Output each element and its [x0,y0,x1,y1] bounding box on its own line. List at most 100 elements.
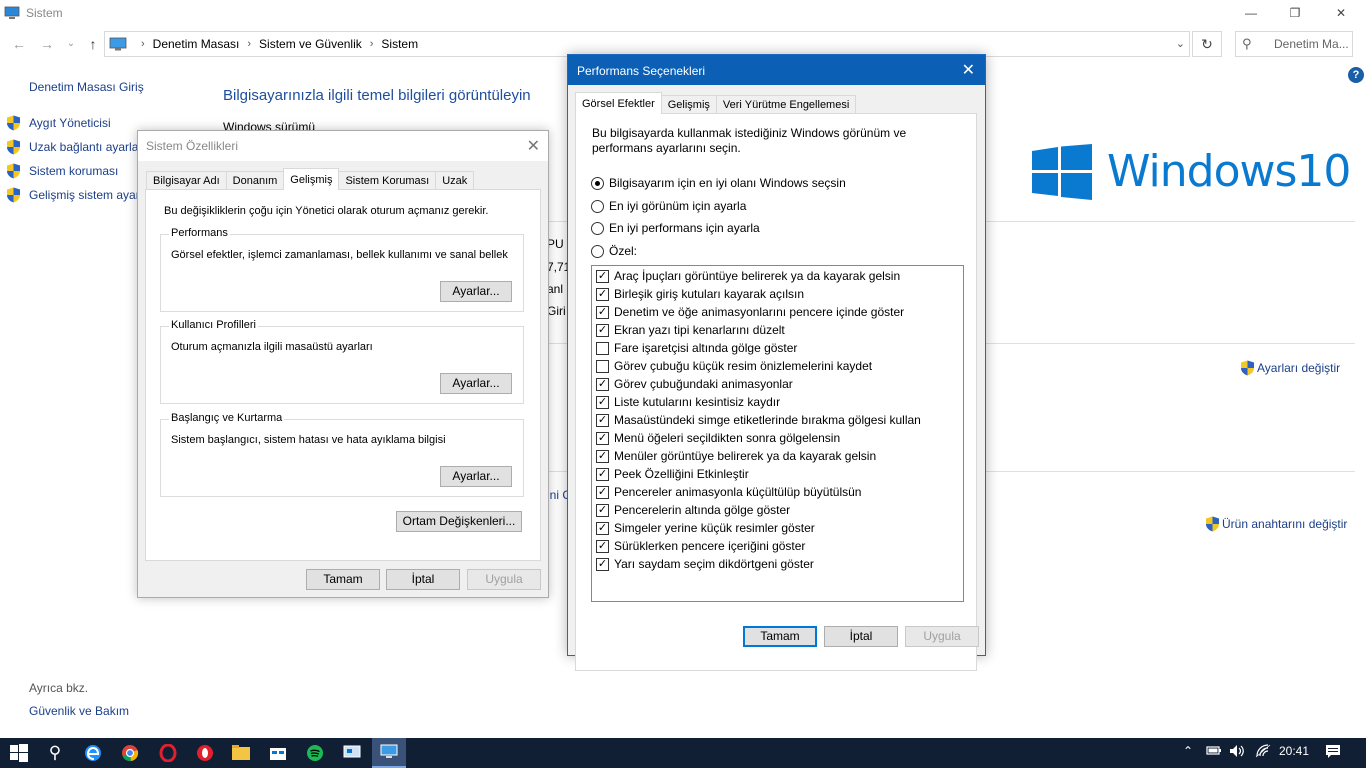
search-input[interactable]: ⚲ Denetim Ma... [1235,31,1353,57]
volume-icon[interactable] [1229,744,1245,761]
environment-variables-button[interactable]: Ortam Değişkenleri... [396,511,522,532]
refresh-button[interactable]: ↻ [1192,31,1222,57]
change-settings-link[interactable]: Ayarları değiştir [1240,360,1340,376]
list-item[interactable]: ✓ Yarı saydam seçim dikdörtgeni göster [596,555,814,573]
breadcrumb-control-panel[interactable]: Denetim Masası [153,37,240,51]
breadcrumb-system-security[interactable]: Sistem ve Güvenlik [259,37,362,51]
edge-icon[interactable] [82,742,104,764]
startup-recovery-settings-button[interactable]: Ayarlar... [440,466,512,487]
checkbox[interactable]: ✓ [596,557,609,571]
radio-button[interactable] [591,176,604,190]
list-item[interactable]: ✓ Pencerelerin altında gölge göster [596,501,790,519]
cancel-button[interactable]: İptal [386,569,460,590]
radio-button[interactable] [591,221,604,235]
device-manager-link[interactable]: Aygıt Yöneticisi [6,115,111,131]
tab-dep[interactable]: Veri Yürütme Engellemesi [715,95,857,114]
battery-icon[interactable] [1206,744,1222,759]
checkbox[interactable]: ✓ [596,503,609,517]
radio-button[interactable] [591,199,604,213]
list-item[interactable]: ✓ Liste kutularını kesintisiz kaydır [596,393,780,411]
checkbox[interactable]: ✓ [596,485,609,499]
tab-computer-name[interactable]: Bilgisayar Adı [146,171,227,190]
list-item[interactable]: ✓ Görev çubuğundaki animasyonlar [596,375,793,393]
opera-icon[interactable] [157,742,179,764]
list-item[interactable]: ✓ Menüler görüntüye belirerek ya da kayar… [596,447,876,465]
list-item[interactable]: ✓ Menü öğeleri seçildikten sonra gölgelen… [596,429,840,447]
list-item[interactable]: ✓ Peek Özelliğini Etkinleştir [596,465,749,483]
wifi-icon[interactable] [1255,744,1271,761]
visual-effects-list[interactable]: ✓ Araç İpuçları görüntüye belirerek ya da… [591,265,964,602]
checkbox[interactable]: ✓ [596,449,609,463]
tab-system-protection[interactable]: Sistem Koruması [338,171,437,190]
opera-gx-icon[interactable] [194,742,216,764]
cancel-button[interactable]: İptal [824,626,898,647]
remote-settings-link[interactable]: Uzak bağlantı ayarları [6,139,146,155]
store-icon[interactable] [267,742,289,764]
checkbox[interactable]: ✓ [596,269,609,283]
performance-settings-button[interactable]: Ayarlar... [440,281,512,302]
radio-let-windows-choose[interactable]: Bilgisayarım için en iyi olanı Windows s… [591,176,846,190]
list-item[interactable]: ✓ Simgeler yerine küçük resimler göster [596,519,815,537]
ok-button[interactable]: Tamam [743,626,817,647]
list-item[interactable]: ✓ Ekran yazı tipi kenarlarını düzelt [596,321,785,339]
checkbox[interactable]: ✓ [596,323,609,337]
radio-custom[interactable]: Özel: [591,244,637,258]
list-item[interactable]: ✓ Masaüstündeki simge etiketlerinde bırak… [596,411,921,429]
spotify-icon[interactable] [304,742,326,764]
advanced-settings-link[interactable]: Gelişmiş sistem ayarları [6,187,156,203]
checkbox[interactable]: ✓ [596,395,609,409]
checkbox[interactable]: ✓ [596,431,609,445]
close-button[interactable]: ✕ [1318,0,1364,26]
tab-advanced[interactable]: Gelişmiş [660,95,717,114]
list-item[interactable]: Görev çubuğu küçük resim önizlemelerini … [596,357,872,375]
chrome-icon[interactable] [119,742,141,764]
system-protection-link[interactable]: Sistem koruması [6,163,118,179]
change-product-key-link[interactable]: Ürün anahtarını değiştir [1205,516,1347,532]
chevron-down-icon[interactable]: ⌄ [1176,37,1185,50]
list-item[interactable]: Fare işaretçisi altında gölge göster [596,339,797,357]
checkbox[interactable]: ✓ [596,539,609,553]
checkbox[interactable]: ✓ [596,521,609,535]
checkbox[interactable] [596,359,609,373]
forward-button[interactable]: → [38,35,56,53]
apply-button[interactable]: Uygula [467,569,541,590]
back-button[interactable]: ← [10,35,28,53]
control-panel-home-link[interactable]: Denetim Masası Giriş [29,80,144,94]
tab-visual-effects[interactable]: Görsel Efektler [575,92,662,114]
search-icon[interactable]: ⚲ [44,742,66,764]
maximize-button[interactable]: ❐ [1272,0,1318,26]
checkbox[interactable]: ✓ [596,305,609,319]
checkbox[interactable] [596,341,609,355]
clock[interactable]: 20:41 [1279,744,1309,758]
list-item[interactable]: ✓ Sürüklerken pencere içeriğini göster [596,537,805,555]
action-center-icon[interactable] [1325,744,1341,761]
checkbox[interactable]: ✓ [596,287,609,301]
user-profiles-settings-button[interactable]: Ayarlar... [440,373,512,394]
breadcrumb-system[interactable]: Sistem [381,37,418,51]
list-item[interactable]: ✓ Araç İpuçları görüntüye belirerek ya da… [596,267,900,285]
radio-button[interactable] [591,244,604,258]
minimize-button[interactable]: — [1228,0,1274,26]
ok-button[interactable]: Tamam [306,569,380,590]
help-icon[interactable]: ? [1348,67,1364,83]
security-maintenance-link[interactable]: Güvenlik ve Bakım [29,704,129,718]
dialog-close-button[interactable]: ✕ [962,60,975,80]
up-button[interactable]: ↑ [84,35,102,53]
remote-desktop-icon[interactable] [341,742,363,764]
tab-remote[interactable]: Uzak [435,171,475,190]
dialog-close-button[interactable]: ✕ [527,136,540,156]
file-explorer-icon[interactable] [230,742,252,764]
start-icon[interactable] [8,742,30,764]
tray-chevron-up-icon[interactable]: ⌃ [1183,744,1193,758]
radio-best-performance[interactable]: En iyi performans için ayarla [591,221,760,235]
list-item[interactable]: ✓ Birleşik giriş kutuları kayarak açılsın [596,285,804,303]
recent-locations-button[interactable]: ⌄ [62,35,80,53]
tab-hardware[interactable]: Donanım [225,171,285,190]
apply-button[interactable]: Uygula [905,626,979,647]
system-icon[interactable] [372,738,406,768]
list-item[interactable]: ✓ Pencereler animasyonla küçültülüp büyüt… [596,483,861,501]
radio-best-appearance[interactable]: En iyi görünüm için ayarla [591,199,746,213]
tab-advanced[interactable]: Gelişmiş [283,168,340,190]
checkbox[interactable]: ✓ [596,377,609,391]
checkbox[interactable]: ✓ [596,467,609,481]
